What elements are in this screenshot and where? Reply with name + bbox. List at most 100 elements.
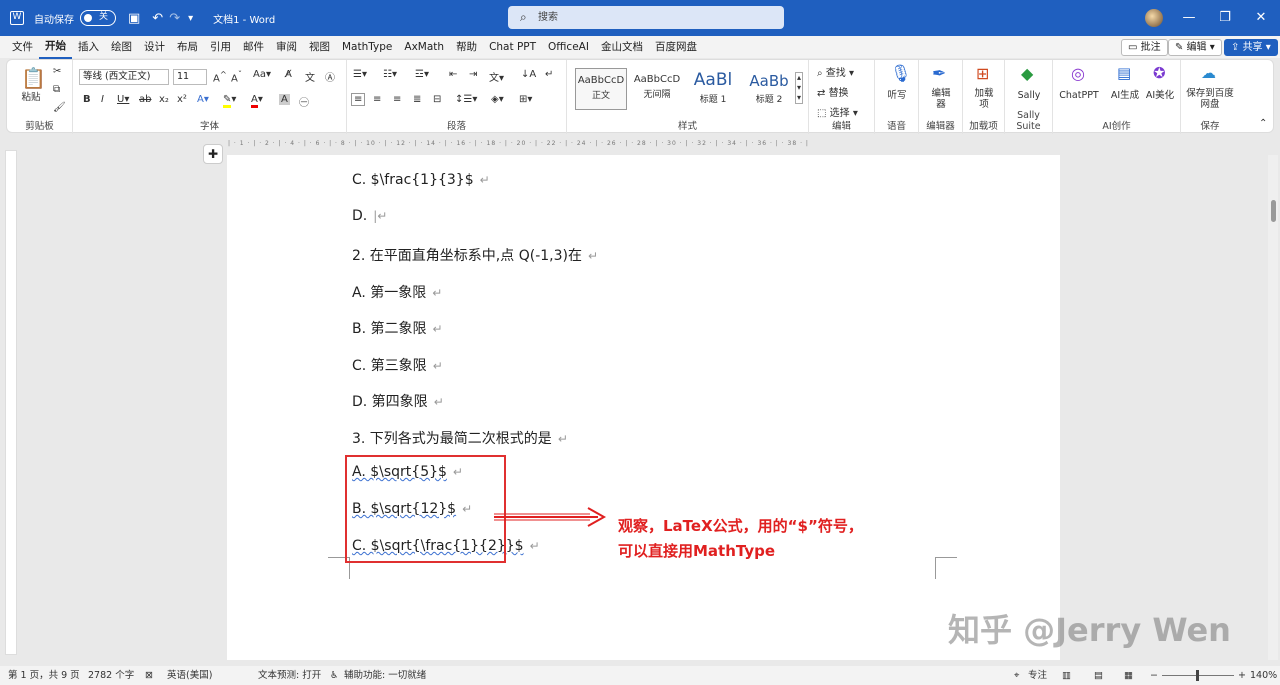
doc-line[interactable]: C. 第三象限 ↵ xyxy=(352,355,443,375)
word-count[interactable]: 2782 个字 xyxy=(88,666,134,685)
focus-icon[interactable]: ⌖ xyxy=(1014,666,1019,685)
tab-view[interactable]: 视图 xyxy=(303,36,336,58)
accessibility-icon[interactable]: ♿ xyxy=(330,666,339,685)
save-to-baidu-button[interactable]: 保存到百度网盘 xyxy=(1185,88,1235,110)
tab-review[interactable]: 审阅 xyxy=(270,36,303,58)
share-button[interactable]: ⇪ 共享 ▾ xyxy=(1224,39,1278,56)
format-painter-icon[interactable]: 🖌 xyxy=(53,102,66,113)
font-color-icon[interactable]: A▾ xyxy=(251,94,263,108)
paste-icon[interactable]: 📋 xyxy=(21,66,46,90)
addins-button[interactable]: 加载项 xyxy=(972,88,996,110)
save-icon[interactable]: ▣ xyxy=(128,11,140,26)
replace-button[interactable]: ⇄ 替换 xyxy=(817,84,849,99)
multilevel-list-icon[interactable]: ☲▾ xyxy=(415,69,429,80)
doc-line[interactable]: B. 第二象限 ↵ xyxy=(352,318,443,338)
shading-icon[interactable]: ◈▾ xyxy=(491,94,504,105)
tab-chatppt[interactable]: Chat PPT xyxy=(483,36,542,58)
subscript-icon[interactable]: x₂ xyxy=(159,94,169,105)
scroll-thumb[interactable] xyxy=(1271,200,1276,222)
style-heading2[interactable]: AaBb 标题 2 xyxy=(743,68,795,110)
line-spacing-icon[interactable]: ↕☰▾ xyxy=(455,94,477,105)
zoom-slider-thumb[interactable] xyxy=(1196,670,1199,681)
bold-icon[interactable]: B xyxy=(83,94,91,105)
baidu-cloud-icon[interactable]: ☁ xyxy=(1201,64,1216,82)
select-button[interactable]: ⬚ 选择 ▾ xyxy=(817,104,858,119)
editor-button[interactable]: 编辑器 xyxy=(929,88,953,110)
undo-icon[interactable]: ↶ xyxy=(152,11,163,26)
collapse-ribbon-icon[interactable]: ⌃ xyxy=(1259,118,1267,129)
style-heading1[interactable]: AaBl 标题 1 xyxy=(687,68,739,110)
borders-icon[interactable]: ⊞▾ xyxy=(519,94,532,105)
tab-references[interactable]: 引用 xyxy=(204,36,237,58)
tab-draw[interactable]: 绘图 xyxy=(105,36,138,58)
language-indicator[interactable]: 英语(美国) xyxy=(167,666,212,685)
plus-icon[interactable]: ✚ xyxy=(203,144,223,164)
redo-icon[interactable]: ↷ xyxy=(169,11,180,26)
addins-icon[interactable]: ⊞ xyxy=(976,64,989,83)
zoom-in-icon[interactable]: + xyxy=(1238,666,1246,685)
search-box[interactable]: ⌕ 搜索 xyxy=(508,6,784,29)
font-size-combo[interactable]: 11 xyxy=(173,69,207,85)
page-count[interactable]: 第 1 页，共 9 页 xyxy=(8,666,80,685)
increase-indent-icon[interactable]: ⇥ xyxy=(469,69,477,80)
style-no-spacing[interactable]: AaBbCcD 无间隔 xyxy=(631,68,683,110)
distribute-icon[interactable]: ⊟ xyxy=(433,94,441,105)
grow-font-icon[interactable]: A^ xyxy=(213,69,227,84)
find-button[interactable]: ⌕ 查找 ▾ xyxy=(817,64,854,79)
tab-layout[interactable]: 布局 xyxy=(171,36,204,58)
print-layout-icon[interactable]: ▤ xyxy=(1094,666,1103,685)
horizontal-ruler[interactable]: | · 1 · | · 2 · | · 4 · | · 6 · | · 8 · … xyxy=(228,137,1028,150)
doc-line[interactable]: D. 第四象限 ↵ xyxy=(352,391,444,411)
accessibility-status[interactable]: 辅助功能: 一切就绪 xyxy=(344,666,426,685)
chinese-layout-icon[interactable]: 文▾ xyxy=(489,69,504,84)
phonetic-guide-icon[interactable]: 文 xyxy=(305,69,315,84)
focus-mode[interactable]: 专注 xyxy=(1028,666,1047,685)
clear-format-icon[interactable]: A̸ xyxy=(285,69,292,80)
align-right-icon[interactable]: ≡ xyxy=(393,94,401,105)
sally-icon[interactable]: ◆ xyxy=(1021,64,1033,83)
ai-generate-icon[interactable]: ▤ xyxy=(1117,64,1131,82)
chatppt-icon[interactable]: ◎ xyxy=(1071,64,1085,83)
char-border-icon[interactable]: Ⓐ xyxy=(325,69,335,84)
char-shading-icon[interactable]: A xyxy=(279,94,290,105)
align-left-icon[interactable]: ≡ xyxy=(351,93,366,106)
doc-line[interactable]: 2. 在平面直角坐标系中,点 Q(-1,3)在 ↵ xyxy=(352,245,598,265)
superscript-icon[interactable]: x² xyxy=(177,94,187,105)
enclose-char-icon[interactable]: ㊀ xyxy=(299,94,309,109)
font-name-combo[interactable]: 等线 (西文正文) xyxy=(79,69,169,85)
dictate-button[interactable]: 听写 xyxy=(883,90,911,101)
read-mode-icon[interactable]: ▥ xyxy=(1062,666,1071,685)
doc-line[interactable]: A. 第一象限 ↵ xyxy=(352,282,442,302)
italic-icon[interactable]: I xyxy=(101,94,104,105)
shrink-font-icon[interactable]: Aˇ xyxy=(231,69,242,84)
tab-mathtype[interactable]: MathType xyxy=(336,36,398,58)
editing-mode-button[interactable]: ✎ 编辑 ▾ xyxy=(1168,39,1222,56)
text-prediction[interactable]: 文本预测: 打开 xyxy=(258,666,321,685)
copy-icon[interactable]: ⧉ xyxy=(53,84,60,95)
user-avatar[interactable] xyxy=(1145,9,1163,27)
web-layout-icon[interactable]: ▦ xyxy=(1124,666,1133,685)
text-effects-icon[interactable]: A▾ xyxy=(197,94,209,105)
cut-icon[interactable]: ✂ xyxy=(53,66,61,77)
tab-design[interactable]: 设计 xyxy=(138,36,171,58)
doc-line[interactable]: 3. 下列各式为最简二次根式的是 ↵ xyxy=(352,428,568,448)
proofing-icon[interactable]: ⊠ xyxy=(145,666,153,685)
ai-beautify-icon[interactable]: ✪ xyxy=(1153,64,1166,82)
show-marks-icon[interactable]: ↵ xyxy=(545,69,553,80)
styles-scroll-icon[interactable]: ▴ ▾ ▾ xyxy=(795,72,804,104)
customize-qat-icon[interactable]: ▾ xyxy=(188,13,193,24)
doc-line[interactable]: C. $\frac{1}{3}$ ↵ xyxy=(352,172,490,188)
doc-line[interactable]: D. |↵ xyxy=(352,208,387,224)
strikethrough-icon[interactable]: ab xyxy=(139,94,151,105)
word-app-icon[interactable]: W xyxy=(10,11,24,25)
zoom-level[interactable]: 140% xyxy=(1250,666,1277,685)
sally-button[interactable]: Sally xyxy=(1011,90,1047,101)
vertical-scrollbar[interactable] xyxy=(1268,155,1278,660)
tab-home[interactable]: 开始 xyxy=(39,35,72,59)
comments-button[interactable]: ▭ 批注 xyxy=(1121,39,1168,56)
vertical-ruler[interactable] xyxy=(5,150,17,655)
align-center-icon[interactable]: ≡ xyxy=(373,94,381,105)
highlight-icon[interactable]: ✎▾ xyxy=(223,94,236,108)
tab-file[interactable]: 文件 xyxy=(6,36,39,58)
tab-mailings[interactable]: 邮件 xyxy=(237,36,270,58)
